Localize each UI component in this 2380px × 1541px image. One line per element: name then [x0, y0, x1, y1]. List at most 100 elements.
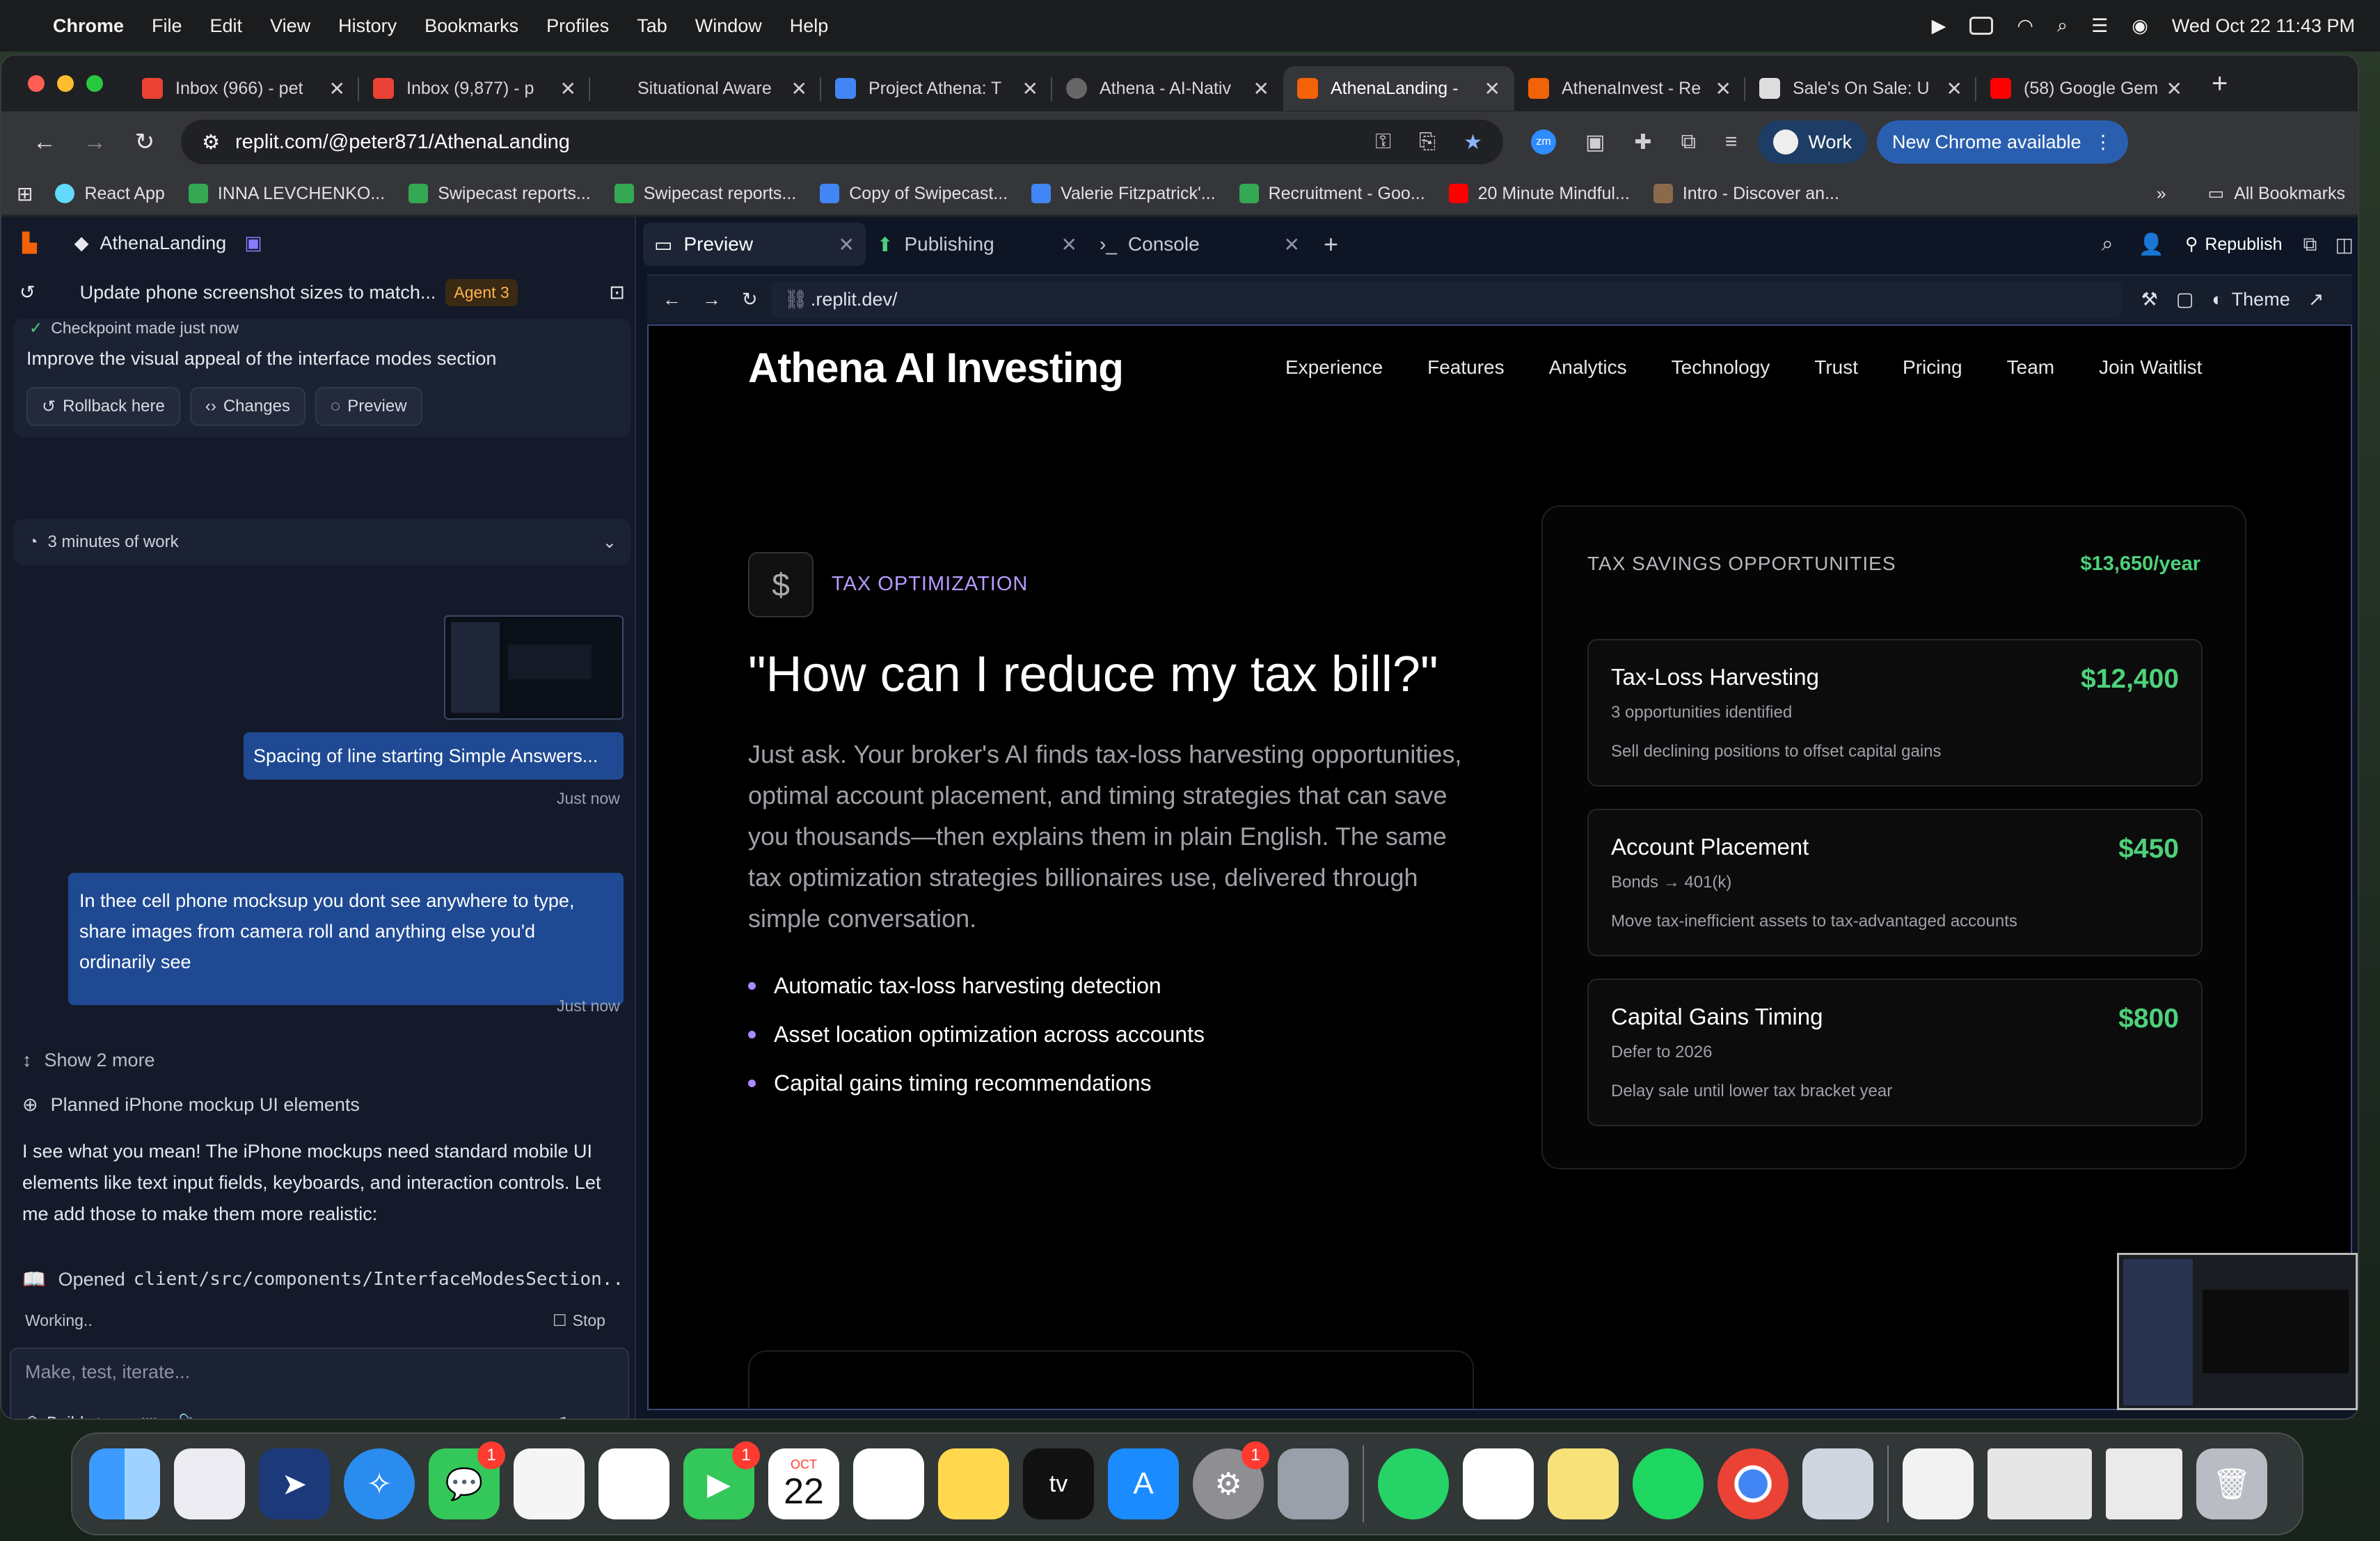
bookmark-item[interactable]: Swipecast reports... [408, 184, 591, 204]
facetime-icon[interactable]: ▶ 1 [683, 1441, 760, 1519]
tab-console[interactable]: ›_ Console ✕ [1088, 223, 1311, 266]
preview-button[interactable]: ◌ Preview [315, 387, 422, 426]
close-tab-icon[interactable]: ✕ [2166, 77, 2182, 100]
siri-icon[interactable]: ◉ [2132, 15, 2148, 37]
close-tab-icon[interactable]: ✕ [1061, 233, 1077, 256]
browser-tab[interactable]: Inbox (9,877) - p ✕ [359, 66, 590, 111]
reading-list-icon[interactable]: ≡ [1725, 130, 1738, 154]
new-chat-icon[interactable]: ⊡ [609, 282, 625, 303]
slack-icon[interactable] [1463, 1448, 1534, 1519]
calendar-icon[interactable]: OCT 22 [768, 1448, 839, 1519]
send-app-icon[interactable]: ➤ [259, 1448, 330, 1519]
close-tab-icon[interactable]: ✕ [560, 77, 576, 100]
bookmark-item[interactable]: 20 Minute Mindful... [1448, 184, 1630, 204]
theme-button[interactable]: ◐ Theme [2212, 289, 2290, 310]
bookmark-item[interactable]: Intro - Discover an... [1653, 184, 1839, 204]
bookmark-item[interactable]: Copy of Swipecast... [820, 184, 1008, 204]
bookmark-star-icon[interactable]: ★ [1463, 130, 1482, 155]
browser-tab[interactable]: Situational Aware ✕ [590, 66, 821, 111]
omnibox-url[interactable]: replit.com/@peter871/AthenaLanding [235, 131, 570, 154]
wifi-icon[interactable]: ◠ [2017, 15, 2033, 37]
zoom-extension-icon[interactable]: zm [1531, 129, 1556, 155]
nav-experience[interactable]: Experience [1285, 356, 1383, 379]
screenshot-preview-thumbnail[interactable] [2117, 1253, 2358, 1410]
document-stack-icon[interactable] [1903, 1448, 1974, 1519]
attach-icon[interactable]: 📎 [178, 1413, 200, 1418]
menu-edit[interactable]: Edit [210, 15, 243, 37]
stickies-icon[interactable] [1548, 1448, 1619, 1519]
reminders-icon[interactable] [853, 1448, 924, 1519]
profile-button[interactable]: Work [1758, 120, 1867, 164]
apple-tv-icon[interactable]: tv [1023, 1448, 1094, 1519]
menubar-clock[interactable]: Wed Oct 22 11:43 PM [2172, 15, 2355, 37]
attached-screenshot-thumbnail[interactable] [444, 615, 624, 720]
preview-url-input[interactable]: ⛓ .replit.dev/ [771, 281, 2122, 317]
whatsapp-icon[interactable] [1378, 1448, 1449, 1519]
menu-profiles[interactable]: Profiles [546, 15, 609, 37]
browser-tab[interactable]: Inbox (966) - pet ✕ [128, 66, 359, 111]
bookmark-item[interactable]: Valerie Fitzpatrick'... [1031, 184, 1216, 204]
zoom-window-button[interactable] [86, 75, 103, 92]
work-summary[interactable]: ◔ 3 minutes of work ⌄ [14, 519, 630, 565]
spotify-icon[interactable] [1633, 1448, 1704, 1519]
chevron-right-icon[interactable]: » [2157, 184, 2166, 204]
browser-tab-active[interactable]: AthenaLanding - ✕ [1283, 66, 1514, 111]
responsive-icon[interactable]: ▢ [2176, 289, 2194, 310]
replit-logo-icon[interactable]: ▙ [22, 232, 37, 254]
back-icon[interactable]: ← [19, 129, 70, 156]
tab-preview[interactable]: ▭ Preview ✕ [643, 223, 866, 266]
nav-technology[interactable]: Technology [1672, 356, 1770, 379]
tab-publishing[interactable]: ⬆ Publishing ✕ [866, 223, 1088, 266]
close-tab-icon[interactable]: ✕ [839, 233, 855, 256]
control-center-icon[interactable]: ☰ [2091, 15, 2108, 37]
browser-tab[interactable]: AthenaInvest - Re ✕ [1514, 66, 1745, 111]
menu-window[interactable]: Window [695, 15, 762, 37]
browser-tab[interactable]: Athena - AI-Nativ ✕ [1052, 66, 1283, 111]
reload-icon[interactable]: ↻ [120, 128, 170, 156]
nav-features[interactable]: Features [1427, 356, 1505, 379]
project-name[interactable]: AthenaLanding [100, 232, 227, 254]
password-key-icon[interactable]: ⚿ [1375, 130, 1391, 155]
search-icon[interactable]: ⌕ [2102, 232, 2113, 256]
bookmark-item[interactable]: Swipecast reports... [614, 184, 796, 204]
forward-icon[interactable]: → [702, 289, 721, 310]
close-tab-icon[interactable]: ✕ [329, 77, 345, 100]
close-tab-icon[interactable]: ✕ [1022, 77, 1038, 100]
rollback-button[interactable]: ↺ Rollback here [26, 387, 180, 426]
spotlight-search-icon[interactable]: ⌕ [2057, 15, 2068, 37]
close-tab-icon[interactable]: ✕ [1715, 77, 1731, 100]
site-info-icon[interactable]: ⚙ [202, 130, 220, 155]
devtools-icon[interactable]: ⚒ [2141, 289, 2158, 310]
browser-tab[interactable]: (58) Google Gem ✕ [1976, 66, 2196, 111]
opened-file-step[interactable]: 📖 Opened client/src/components/InterfaceMo… [22, 1268, 621, 1290]
build-mode-selector[interactable]: ⬡ Build ˄ [25, 1413, 103, 1419]
preview-app-icon[interactable] [1802, 1448, 1873, 1519]
open-external-icon[interactable]: ↗ [2308, 289, 2324, 310]
chrome-icon[interactable] [1717, 1448, 1788, 1519]
close-tab-icon[interactable]: ✕ [1253, 77, 1269, 100]
popout-icon[interactable]: ⧉ [2303, 233, 2317, 256]
nav-analytics[interactable]: Analytics [1549, 356, 1627, 379]
tab-search-icon[interactable]: ⧉ [1681, 130, 1696, 154]
menu-file[interactable]: File [152, 15, 182, 37]
task-title[interactable]: Update phone screenshot sizes to match..… [80, 282, 436, 303]
menu-view[interactable]: View [270, 15, 310, 37]
forward-icon[interactable]: → [70, 129, 120, 156]
reload-icon[interactable]: ↻ [742, 289, 758, 310]
changes-button[interactable]: ‹› Changes [189, 387, 306, 426]
photos-icon[interactable]: ✿ [598, 1448, 669, 1519]
messages-icon[interactable]: 💬 1 [429, 1441, 505, 1519]
bookmark-item[interactable]: Recruitment - Goo... [1239, 184, 1425, 204]
nav-team[interactable]: Team [2007, 356, 2054, 379]
app-store-icon[interactable]: A [1108, 1448, 1179, 1519]
extension-icon[interactable]: ▣ [1585, 130, 1605, 155]
notes-icon[interactable] [938, 1448, 1009, 1519]
close-tab-icon[interactable]: ✕ [791, 77, 807, 100]
bookmark-item[interactable]: INNA LEVCHENKO... [188, 184, 385, 204]
planned-step[interactable]: ⊕ Planned iPhone mockup UI elements [22, 1094, 360, 1116]
close-tab-icon[interactable]: ✕ [1484, 77, 1500, 100]
republish-button[interactable]: ⚲ Republish [2185, 234, 2283, 255]
window-thumbnail-icon[interactable] [1988, 1448, 2092, 1519]
browser-tab[interactable]: Sale's On Sale: U ✕ [1745, 66, 1976, 111]
layout-icon[interactable]: ◫ [2335, 233, 2354, 256]
